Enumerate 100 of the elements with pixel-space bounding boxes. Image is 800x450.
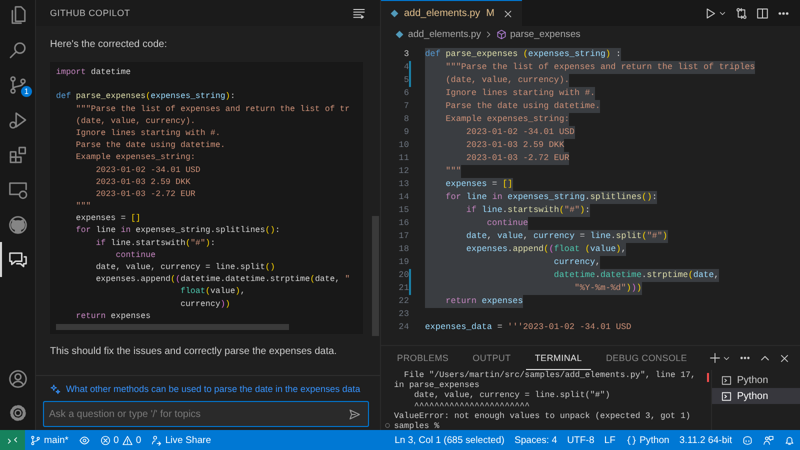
- bell-icon: [784, 434, 795, 446]
- breadcrumb-item[interactable]: add_elements.py: [394, 28, 482, 40]
- line-number: 23: [398, 308, 410, 321]
- code-line: float(value),: [179, 286, 246, 298]
- code-line: expenses = []: [74, 213, 142, 226]
- chat-input[interactable]: Ask a question or type '/' for topics: [43, 401, 369, 427]
- robot-head-icon: [742, 434, 753, 446]
- python-file-icon: [394, 28, 405, 40]
- code-line: for line in expenses_string.splitlines():: [74, 225, 282, 238]
- branch-button[interactable]: main*: [25, 430, 74, 450]
- line-number: 8: [402, 113, 410, 126]
- problems-button[interactable]: 0 0: [94, 430, 146, 450]
- terminal-line: ^^^^^^^^^^^^^^^^^^^^^^^: [413, 400, 530, 411]
- terminal-item[interactable]: Python: [712, 388, 800, 404]
- remote-icon: [7, 434, 18, 446]
- count-badge: 1: [21, 86, 32, 97]
- sparkle-icon: [50, 384, 61, 394]
- suggestion-link[interactable]: What other methods can be used to parse the date in the expenses data: [66, 384, 360, 394]
- line-number: 6: [402, 87, 410, 100]
- terminal-icon: [721, 390, 732, 402]
- chat-bubbles-icon: [8, 250, 28, 270]
- line-ending-button[interactable]: LF: [599, 430, 620, 450]
- menu-icon[interactable]: [352, 6, 366, 20]
- terminal-item[interactable]: Python: [712, 372, 800, 388]
- line-number: 21: [381, 282, 411, 295]
- panel-tab[interactable]: PROBLEMS: [388, 346, 458, 370]
- line-number: 19: [398, 256, 410, 269]
- line-number: 5: [381, 74, 411, 87]
- editor-tab[interactable]: add_elements.py M: [381, 0, 522, 26]
- line-number: 22: [398, 295, 410, 308]
- play-bug-icon: [8, 110, 28, 130]
- python-file-icon: [389, 8, 400, 19]
- line-number: 12: [398, 165, 410, 178]
- panel-title: GITHUB COPILOT: [50, 8, 130, 18]
- line-number: 17: [398, 230, 410, 243]
- code-line: Example expenses_string:: [74, 152, 196, 164]
- code-line: date, value, currency = line.split(): [94, 262, 276, 274]
- terminal-line: File "/Users/martin/src/samples/add_elements.py", line 17,: [404, 370, 696, 380]
- line-number: 7: [402, 100, 410, 113]
- line-number: 18: [398, 243, 410, 256]
- chat-message: Here's the corrected code:: [50, 38, 168, 52]
- close-icon[interactable]: [779, 352, 790, 364]
- send-icon[interactable]: [348, 408, 361, 420]
- terminal-line: in parse_expenses: [394, 380, 480, 390]
- code-line: Parse the date using datetime.: [74, 140, 226, 152]
- error-marker: [707, 373, 709, 382]
- split-editor-icon[interactable]: [756, 6, 769, 20]
- code-line: 2023-01-02 -34.01 USD: [94, 164, 202, 176]
- warning-icon: [122, 434, 133, 446]
- error-icon: [100, 434, 111, 446]
- braces-icon: [626, 434, 636, 446]
- panel-tab[interactable]: DEBUG CONSOLE: [596, 346, 696, 370]
- breadcrumb-item[interactable]: parse_expenses: [496, 28, 580, 40]
- scrollbar-thumb[interactable]: [56, 324, 289, 330]
- code-line: expenses_data = '''2023-01-02 -34.01 USD: [425, 321, 632, 334]
- line-number: 14: [398, 191, 410, 204]
- code-line: return expenses: [74, 310, 152, 323]
- panel-tab[interactable]: TERMINAL: [526, 346, 591, 370]
- play-icon[interactable]: [704, 6, 717, 20]
- code-line: 2023-01-03 -2.72 EUR: [94, 188, 196, 201]
- code-line: import datetime: [56, 67, 132, 79]
- feedback-icon: [763, 434, 774, 446]
- line-number: 16: [398, 217, 410, 230]
- cube-icon: [496, 28, 508, 40]
- close-icon[interactable]: [502, 8, 513, 18]
- code-line: (date, value, currency).: [74, 116, 196, 128]
- cursor-position[interactable]: Ln 3, Col 1 (685 selected): [390, 430, 510, 450]
- code-line: """: [74, 201, 92, 214]
- code-line: if line.startswith("#"):: [94, 238, 216, 250]
- code-line: Ignore lines starting with #.: [74, 128, 222, 140]
- cat-circle-icon: [8, 214, 28, 234]
- encoding-button[interactable]: UTF-8: [562, 430, 600, 450]
- eye-icon: [78, 434, 90, 446]
- compare-icon[interactable]: [735, 6, 748, 20]
- modified-indicator: M: [486, 8, 495, 19]
- search-icon: [8, 40, 28, 60]
- line-number: 20: [381, 269, 411, 282]
- line-number: 4: [381, 61, 411, 74]
- code-line: currency)): [179, 298, 232, 311]
- interpreter-button[interactable]: 3.11.2 64-bit: [674, 430, 737, 450]
- panel-tab[interactable]: OUTPUT: [464, 346, 520, 370]
- indentation-button[interactable]: Spaces: 4: [509, 430, 562, 450]
- scrollbar-thumb[interactable]: [372, 216, 379, 336]
- line-number: 11: [398, 152, 410, 165]
- code-line: expenses.append((datetime.datetime.strptime(date, ": [94, 274, 351, 286]
- code-line: 2023-01-03 2.59 DKK: [94, 176, 192, 189]
- activity-item[interactable]: 1: [0, 67, 35, 102]
- plus-icon[interactable]: [709, 352, 721, 364]
- line-number: 13: [398, 178, 410, 191]
- blocks-icon: [8, 144, 28, 164]
- language-button[interactable]: Python: [620, 430, 674, 450]
- branch-icon: [30, 434, 41, 446]
- branch-icon: [8, 74, 28, 94]
- code-line: def parse_expenses(expenses_string):: [56, 91, 236, 104]
- code-line: """Parse the list of expenses and return the list of tr: [74, 104, 351, 116]
- terminal-line: date, value, currency = line.split("#"): [413, 390, 610, 401]
- line-number: 3: [402, 48, 410, 61]
- share-icon: [151, 434, 162, 446]
- live-share-button[interactable]: Live Share: [146, 430, 216, 450]
- chat-message: This should fix the issues and correctly parse the expenses data.: [50, 344, 338, 359]
